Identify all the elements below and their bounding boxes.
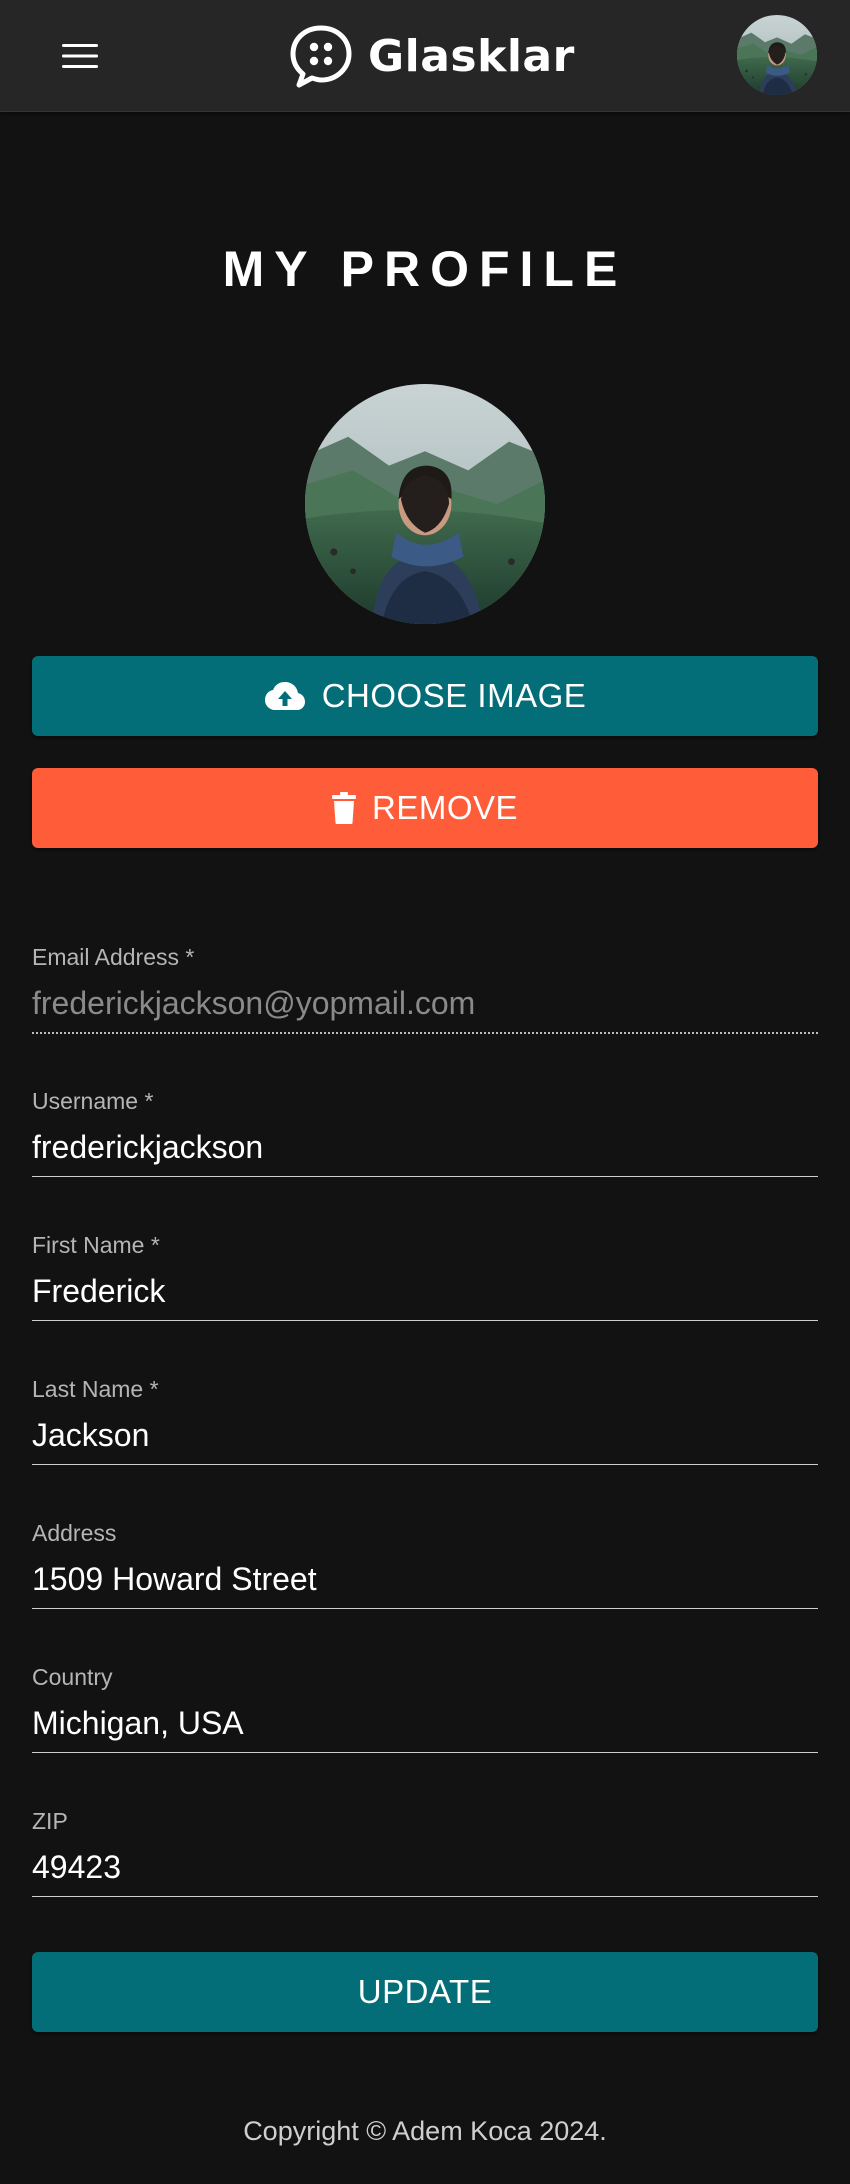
country-field: Country [32, 1664, 818, 1753]
trash-icon [331, 792, 356, 824]
cloud-upload-icon [264, 682, 305, 710]
avatar-image [737, 15, 817, 95]
menu-button[interactable] [44, 30, 116, 82]
brand-logo[interactable]: Glasklar [288, 22, 575, 90]
address-field: Address [32, 1520, 818, 1609]
update-label: UPDATE [357, 1973, 493, 2010]
zip-input[interactable] [32, 1849, 818, 1897]
remove-label: REMOVE [371, 789, 519, 826]
first-name-label: First Name * [32, 1232, 160, 1258]
country-label: Country [32, 1664, 113, 1690]
address-label: Address [32, 1520, 117, 1546]
last-name-field: Last Name * [32, 1376, 818, 1465]
email-field: Email Address * [32, 944, 818, 1034]
email-label: Email Address * [32, 944, 195, 970]
email-input [32, 985, 818, 1034]
profile-image [305, 384, 545, 624]
chat-bubble-logo-icon [290, 25, 352, 88]
update-button[interactable]: UPDATE [32, 1952, 818, 2032]
app-header: Glasklar [0, 0, 850, 112]
hamburger-menu-icon [62, 44, 98, 68]
user-avatar[interactable] [737, 15, 817, 95]
country-input[interactable] [32, 1705, 818, 1753]
address-input[interactable] [32, 1561, 818, 1609]
username-field: Username * [32, 1088, 818, 1177]
choose-image-label: CHOOSE IMAGE [321, 677, 587, 714]
profile-photo [305, 384, 545, 624]
footer-copyright: Copyright © Adem Koca 2024. [243, 2116, 607, 2146]
page-title: MY PROFILE [222, 241, 628, 297]
first-name-input[interactable] [32, 1273, 818, 1321]
first-name-field: First Name * [32, 1232, 818, 1321]
username-input[interactable] [32, 1129, 818, 1177]
last-name-label: Last Name * [32, 1376, 159, 1402]
remove-image-button[interactable]: REMOVE [32, 768, 818, 848]
choose-image-button[interactable]: CHOOSE IMAGE [32, 656, 818, 736]
zip-field: ZIP [32, 1808, 818, 1897]
username-label: Username * [32, 1088, 154, 1114]
brand-name: Glasklar [368, 30, 575, 82]
zip-label: ZIP [32, 1808, 68, 1834]
last-name-input[interactable] [32, 1417, 818, 1465]
